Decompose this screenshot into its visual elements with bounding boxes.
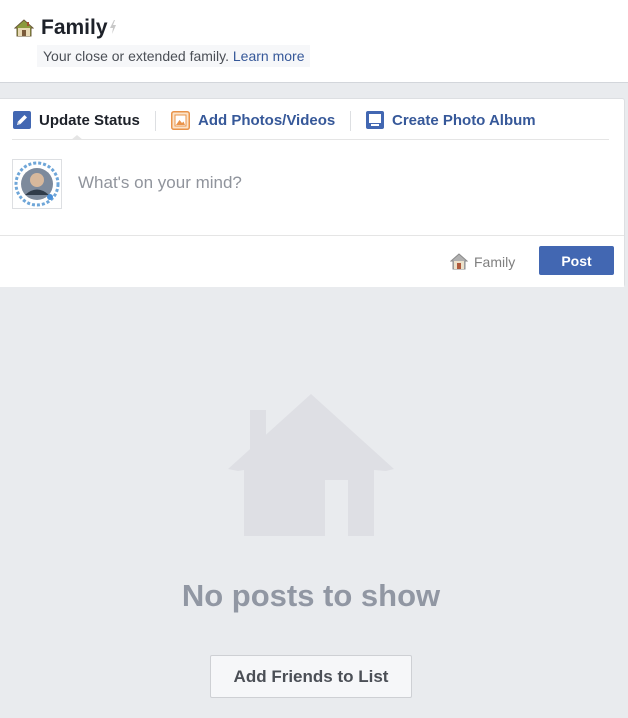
page-title: Family — [41, 16, 108, 39]
composer-footer: Family Post — [0, 235, 624, 287]
tab-divider — [155, 111, 156, 131]
tab-add-photos[interactable]: Add Photos/Videos — [171, 99, 335, 141]
empty-state-message: No posts to show — [181, 578, 441, 613]
tab-label: Update Status — [39, 111, 140, 129]
home-icon — [14, 19, 34, 37]
learn-more-link[interactable]: Learn more — [233, 48, 305, 64]
status-input[interactable] — [78, 169, 598, 197]
tab-create-album[interactable]: Create Photo Album — [366, 99, 536, 141]
pencil-icon — [13, 111, 31, 129]
description-text: Your close or extended family. — [43, 48, 229, 64]
tab-label: Add Photos/Videos — [198, 111, 336, 129]
audience-selector[interactable]: Family — [450, 253, 515, 270]
list-description: Your close or extended family. Learn mor… — [37, 45, 311, 67]
home-icon — [450, 253, 468, 270]
tab-label: Create Photo Album — [392, 111, 536, 129]
tab-divider — [350, 111, 351, 131]
status-composer: Update Status Add Photos/Videos Create P… — [0, 98, 625, 287]
bolt-icon — [110, 20, 116, 34]
album-icon — [366, 111, 384, 129]
active-tab-caret — [71, 135, 83, 140]
profile-picture — [14, 161, 60, 207]
divider — [12, 139, 609, 140]
composer-tabs: Update Status Add Photos/Videos Create P… — [0, 99, 624, 141]
photo-icon — [171, 110, 190, 130]
list-header: Family Your close or extended family. Le… — [0, 0, 628, 83]
post-button[interactable]: Post — [539, 246, 614, 275]
audience-label: Family — [474, 253, 516, 270]
avatar[interactable] — [12, 159, 62, 209]
house-icon — [228, 394, 394, 536]
add-friends-button[interactable]: Add Friends to List — [210, 655, 412, 698]
